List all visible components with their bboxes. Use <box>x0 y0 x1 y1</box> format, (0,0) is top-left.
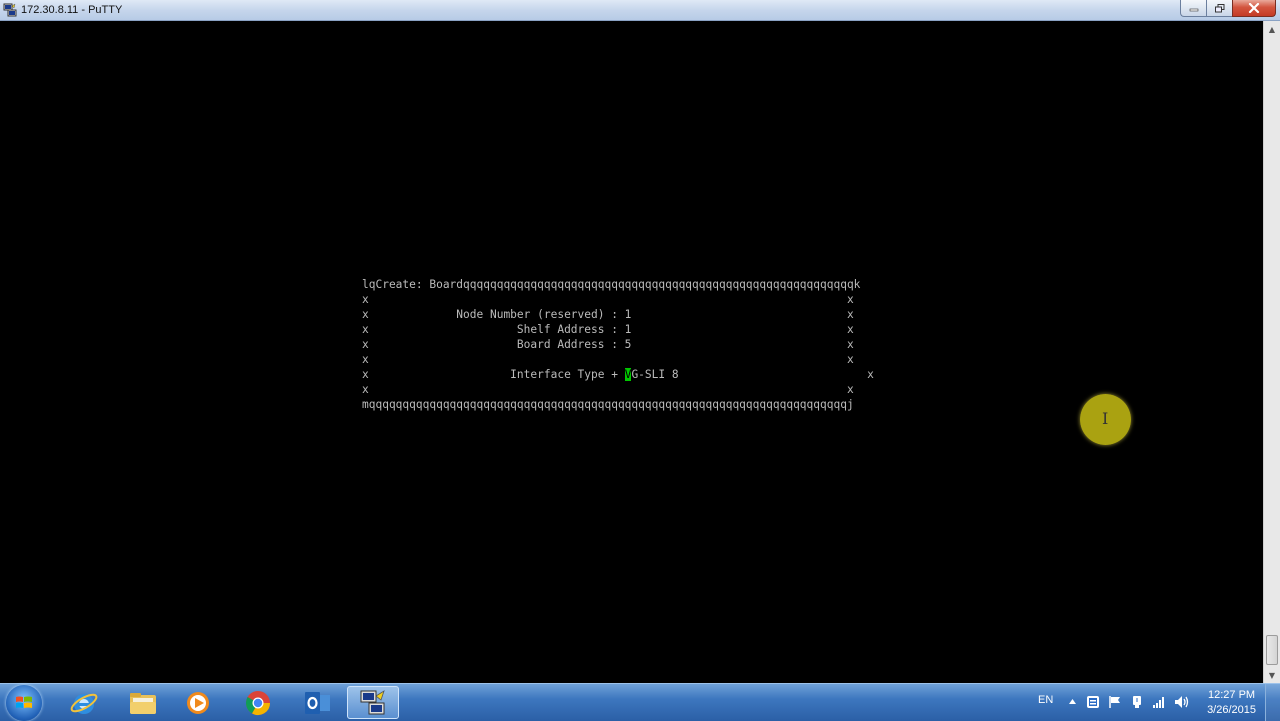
safely-remove-hardware-icon[interactable] <box>1130 695 1144 709</box>
create-board-dialog: lqCreate: Boardqqqqqqqqqqqqqqqqqqqqqqqqq… <box>362 277 874 412</box>
terminal-text: x x <box>362 383 854 396</box>
taskbar-internet-explorer[interactable] <box>58 686 110 719</box>
window-title: 172.30.8.11 - PuTTY <box>21 4 123 16</box>
taskbar-media-player[interactable] <box>172 686 224 719</box>
scroll-up-arrow-icon[interactable]: ▲ <box>1264 21 1280 37</box>
terminal-line: lqCreate: Boardqqqqqqqqqqqqqqqqqqqqqqqqq… <box>362 277 874 292</box>
clock-date: 3/26/2015 <box>1207 704 1256 716</box>
scroll-down-arrow-icon[interactable]: ▼ <box>1264 667 1280 683</box>
start-button[interactable] <box>6 685 42 721</box>
window-controls <box>1180 0 1276 17</box>
terminal-text: mqqqqqqqqqqqqqqqqqqqqqqqqqqqqqqqqqqqqqqq… <box>362 398 854 411</box>
terminal-line: x x <box>362 292 874 307</box>
terminal-line: x x <box>362 352 874 367</box>
scrollbar-thumb[interactable] <box>1266 635 1278 665</box>
action-center-flag-icon[interactable] <box>1108 695 1122 709</box>
language-indicator[interactable]: EN <box>1038 694 1053 706</box>
show-desktop-button[interactable] <box>1265 684 1280 721</box>
terminal-text: x Node Number (reserved) : 1 x <box>362 308 854 321</box>
close-button[interactable] <box>1232 0 1276 17</box>
terminal-text: G-SLI 8 x <box>631 368 874 381</box>
tray-app-icon[interactable] <box>1086 695 1100 709</box>
terminal-line: x Shelf Address : 1 x <box>362 322 874 337</box>
windows-logo-icon <box>16 696 32 708</box>
taskbar-file-explorer[interactable] <box>117 686 169 719</box>
terminal-line: x Node Number (reserved) : 1 x <box>362 307 874 322</box>
taskbar: EN 12:27 PM 3/26/2015 <box>0 683 1280 721</box>
putty-icon <box>360 689 385 714</box>
file-explorer-icon <box>130 692 156 714</box>
vertical-scrollbar[interactable]: ▲ ▼ <box>1263 21 1280 683</box>
putty-icon <box>3 3 17 17</box>
clock[interactable]: 12:27 PM 3/26/2015 <box>1207 688 1256 718</box>
maximize-button[interactable] <box>1206 0 1232 17</box>
terminal-line: x x <box>362 382 874 397</box>
terminal-line: x Board Address : 5 x <box>362 337 874 352</box>
chrome-icon <box>245 690 270 715</box>
media-player-icon <box>187 691 209 714</box>
system-tray: EN 12:27 PM 3/26/2015 <box>1020 684 1280 721</box>
outlook-icon <box>305 691 330 714</box>
terminal-text: x Interface Type + <box>362 368 625 381</box>
show-hidden-icons-icon[interactable] <box>1068 698 1077 705</box>
close-icon <box>1248 3 1260 13</box>
taskbar-outlook[interactable] <box>291 686 343 719</box>
terminal-text: x Shelf Address : 1 x <box>362 323 854 336</box>
window-titlebar[interactable]: 172.30.8.11 - PuTTY <box>0 0 1280 21</box>
terminal-text: lqCreate: Boardqqqqqqqqqqqqqqqqqqqqqqqqq… <box>362 278 861 291</box>
terminal-text: x x <box>362 293 854 306</box>
minimize-icon <box>1189 8 1198 12</box>
minimize-button[interactable] <box>1180 0 1206 17</box>
network-signal-icon[interactable] <box>1152 695 1166 709</box>
text-cursor-icon: I <box>1102 409 1109 428</box>
clock-time: 12:27 PM <box>1207 689 1256 701</box>
terminal-line: x Interface Type + VG-SLI 8 x <box>362 367 874 382</box>
terminal-text: x x <box>362 353 854 366</box>
restore-icon <box>1214 3 1224 12</box>
taskbar-putty[interactable] <box>347 686 399 719</box>
taskbar-chrome[interactable] <box>232 686 284 719</box>
terminal-text: x Board Address : 5 x <box>362 338 854 351</box>
internet-explorer-icon <box>70 693 98 714</box>
terminal-screen[interactable]: lqCreate: Boardqqqqqqqqqqqqqqqqqqqqqqqqq… <box>0 21 1263 683</box>
volume-icon[interactable] <box>1174 695 1190 709</box>
terminal-line: mqqqqqqqqqqqqqqqqqqqqqqqqqqqqqqqqqqqqqqq… <box>362 397 874 412</box>
